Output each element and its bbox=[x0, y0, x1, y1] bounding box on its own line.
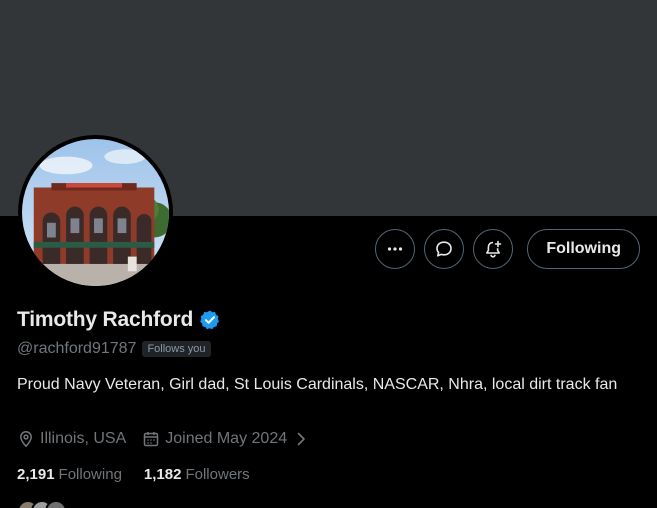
followers-count: 1,182 bbox=[143, 466, 182, 483]
notifications-button[interactable] bbox=[473, 229, 514, 269]
message-bubble-icon bbox=[436, 241, 453, 257]
following-count: 2,191 bbox=[17, 466, 55, 483]
user-handle: @rachford91787 bbox=[17, 340, 137, 357]
following-stat-link[interactable]: 2,191 Following bbox=[17, 466, 122, 483]
following-button[interactable]: Following bbox=[527, 229, 640, 269]
joined-date-item[interactable]: Joined May 2024 bbox=[142, 430, 310, 448]
calendar-icon bbox=[144, 432, 159, 447]
more-horizontal-icon bbox=[388, 247, 403, 251]
chevron-right-icon bbox=[297, 432, 305, 446]
name-row: Timothy Rachford bbox=[17, 308, 221, 332]
follows-you-badge: Follows you bbox=[142, 341, 211, 357]
following-label: Following bbox=[58, 466, 122, 483]
joined-text: Joined May 2024 bbox=[165, 430, 288, 447]
location-pin-icon bbox=[20, 431, 32, 448]
followers-label: Followers bbox=[185, 466, 250, 483]
message-button[interactable] bbox=[424, 229, 465, 269]
follow-stats: 2,191 Following 1,182 Followers bbox=[17, 466, 250, 483]
profile-meta: Illinois, USA Joined May 2024 bbox=[17, 430, 310, 448]
display-name: Timothy Rachford bbox=[17, 308, 194, 331]
avatar-image bbox=[22, 139, 169, 286]
followers-you-know-avatars[interactable] bbox=[17, 500, 67, 508]
bell-plus-icon bbox=[486, 240, 502, 258]
location-text: Illinois, USA bbox=[40, 430, 127, 447]
more-options-button[interactable] bbox=[375, 229, 416, 269]
profile-avatar[interactable] bbox=[18, 135, 173, 290]
location-item: Illinois, USA bbox=[17, 430, 126, 448]
profile-page: Following Timothy Rachford @rachford9178… bbox=[0, 0, 657, 508]
profile-actions: Following bbox=[375, 229, 640, 269]
handle-row: @rachford91787 Follows you bbox=[17, 340, 211, 358]
followers-stat-link[interactable]: 1,182 Followers bbox=[144, 466, 250, 483]
profile-bio: Proud Navy Veteran, Girl dad, St Louis C… bbox=[17, 376, 618, 393]
verified-badge-icon[interactable] bbox=[199, 309, 221, 331]
